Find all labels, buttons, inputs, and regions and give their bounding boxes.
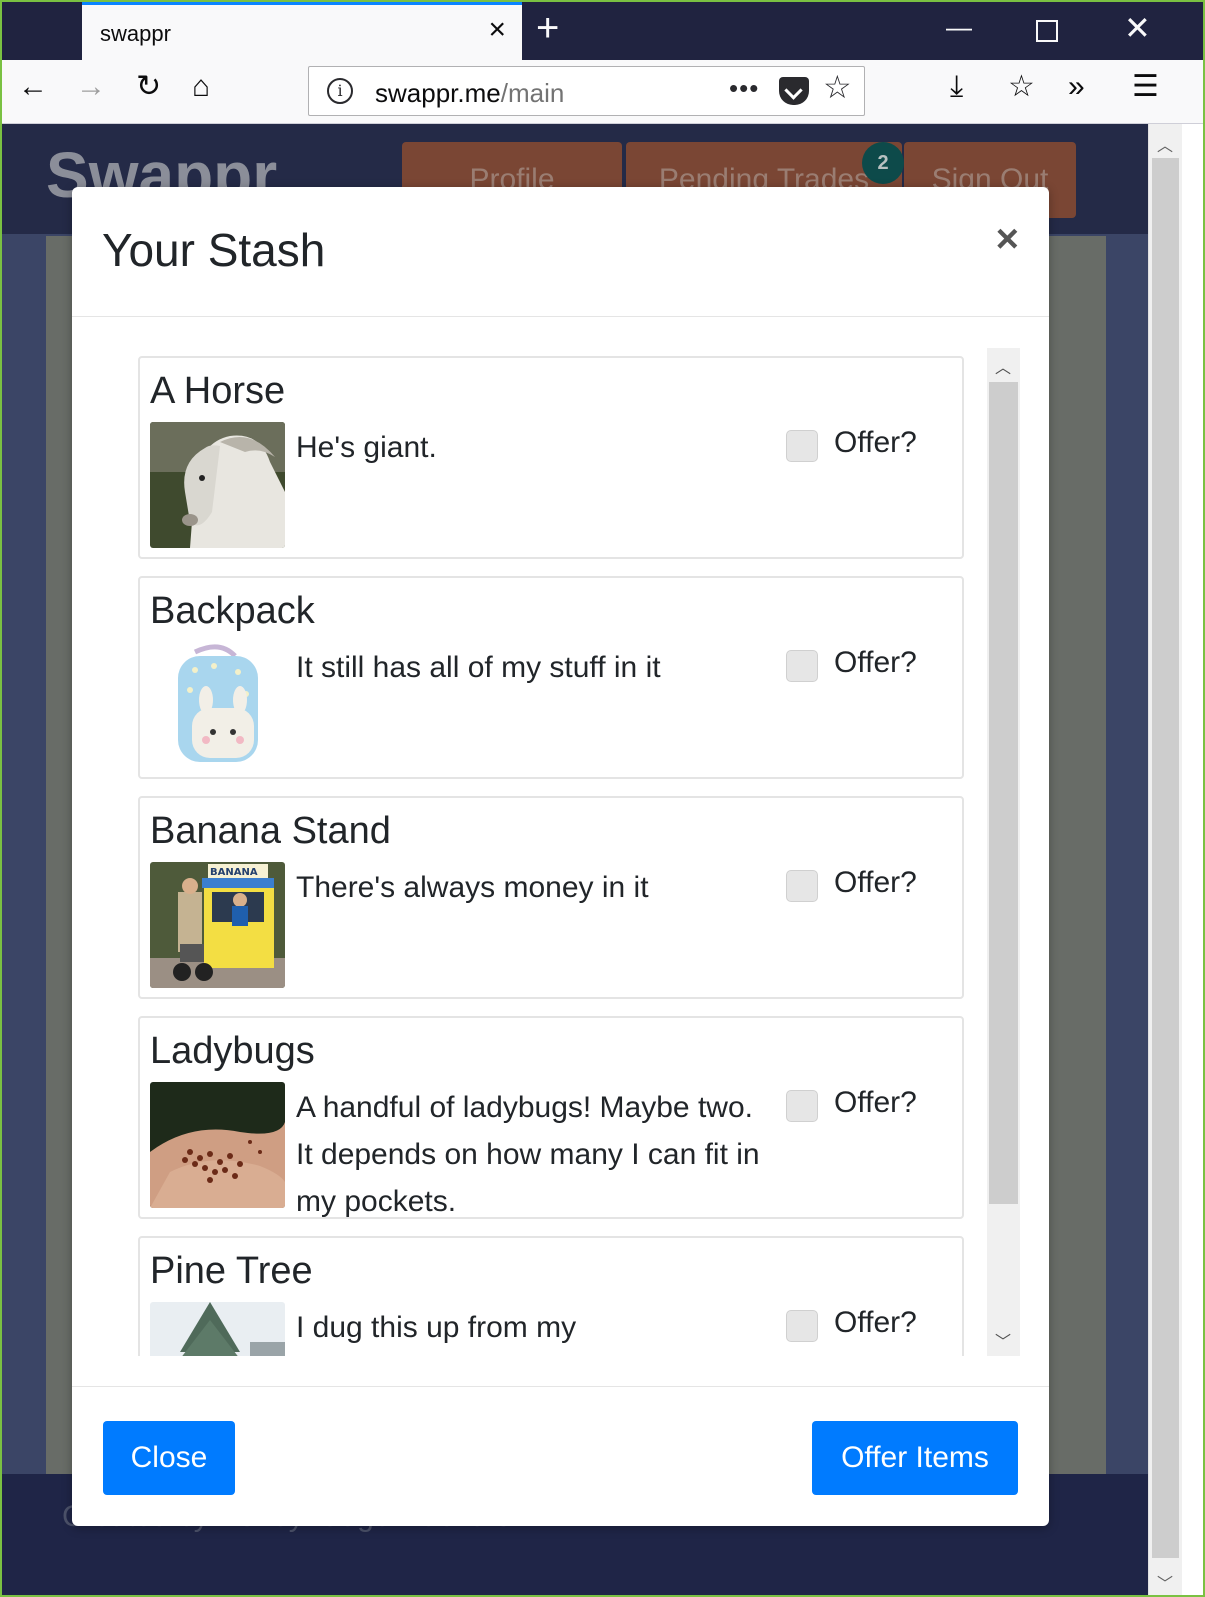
banana-stand-image: BANANA — [150, 862, 285, 988]
modal-close-icon[interactable]: × — [996, 219, 1019, 259]
offer-checkbox[interactable] — [786, 430, 818, 462]
list-scroll-down-icon[interactable]: ﹀ — [995, 1328, 1011, 1352]
offer-items-button[interactable]: Offer Items — [812, 1421, 1018, 1495]
horse-image — [150, 422, 285, 548]
new-tab-icon[interactable]: + — [536, 8, 559, 48]
close-window-icon[interactable]: ✕ — [1124, 12, 1151, 44]
offer-label[interactable]: Offer? — [834, 1086, 917, 1120]
stash-item: Pine Tree I dug this up from my Offer? — [138, 1236, 964, 1356]
close-tab-icon[interactable]: × — [488, 15, 506, 45]
page-scrollbar[interactable]: ︿ ﹀ — [1148, 124, 1182, 1595]
item-title: Pine Tree — [150, 1250, 313, 1292]
item-title: Banana Stand — [150, 810, 391, 852]
offer-checkbox[interactable] — [786, 1090, 818, 1122]
forward-arrow-icon[interactable]: → — [76, 72, 106, 102]
tab-swappr[interactable]: swappr × — [82, 2, 522, 60]
offer-checkbox[interactable] — [786, 1310, 818, 1342]
item-description: A handful of ladybugs! Maybe two. It dep… — [296, 1091, 760, 1218]
download-icon[interactable]: ⤓ — [950, 72, 963, 102]
backpack-image — [150, 642, 285, 768]
stash-list[interactable]: A Horse He's giant. Offer? Backpack It s… — [138, 348, 966, 1356]
menu-hamburger-icon[interactable]: ☰ — [1132, 72, 1159, 102]
offer-label[interactable]: Offer? — [834, 866, 917, 900]
pending-count-badge: 2 — [862, 142, 904, 184]
pine-tree-image — [150, 1302, 285, 1356]
page-actions-icon[interactable]: ••• — [729, 73, 759, 104]
bookmark-star-icon[interactable]: ☆ — [823, 71, 852, 103]
item-title: Ladybugs — [150, 1030, 315, 1072]
pocket-icon[interactable] — [779, 77, 809, 105]
modal-body: A Horse He's giant. Offer? Backpack It s… — [72, 318, 1049, 1386]
minimize-icon[interactable]: — — [946, 14, 972, 40]
item-description: It still has all of my stuff in it — [296, 651, 661, 684]
browser-window: swappr × + — ✕ ← → ↻ ⌂ i swappr.me/main … — [0, 0, 1205, 1597]
page-scrollbar-thumb[interactable] — [1152, 158, 1179, 1558]
modal-title: Your Stash — [102, 224, 326, 276]
svg-text:BANANA: BANANA — [210, 867, 258, 878]
maximize-icon[interactable] — [1036, 20, 1058, 42]
tab-title: swappr — [100, 21, 171, 46]
scroll-up-icon[interactable]: ︿ — [1157, 132, 1173, 156]
item-title: Backpack — [150, 590, 315, 632]
stash-list-scrollbar[interactable]: ︿ ﹀ — [987, 348, 1020, 1356]
offer-checkbox[interactable] — [786, 650, 818, 682]
close-button[interactable]: Close — [103, 1421, 235, 1495]
offer-checkbox[interactable] — [786, 870, 818, 902]
overflow-chevrons-icon[interactable]: » — [1068, 72, 1085, 102]
stash-item: Backpack It still has all of my stuff in… — [138, 576, 964, 779]
url-bar[interactable]: i swappr.me/main ••• ☆ — [308, 66, 865, 116]
list-scroll-up-icon[interactable]: ︿ — [995, 354, 1011, 378]
offer-label[interactable]: Offer? — [834, 1306, 917, 1340]
item-description: He's giant. — [296, 431, 437, 464]
stash-item: A Horse He's giant. Offer? — [138, 356, 964, 559]
tab-strip: swappr × + — ✕ — [2, 2, 1203, 60]
site-info-icon[interactable]: i — [327, 78, 353, 104]
modal-footer: Close Offer Items — [72, 1386, 1049, 1526]
url-text[interactable]: swappr.me/main — [375, 78, 564, 109]
stash-list-scrollbar-thumb[interactable] — [989, 382, 1018, 1204]
modal-header: Your Stash × — [72, 187, 1049, 317]
offer-label[interactable]: Offer? — [834, 426, 917, 460]
reload-icon[interactable]: ↻ — [136, 72, 161, 102]
stash-item: Ladybugs A handful of ladybugs! Maybe tw… — [138, 1016, 964, 1219]
ladybugs-image — [150, 1082, 285, 1208]
stash-modal: Your Stash × A Horse He's giant. Offer? … — [72, 187, 1049, 1526]
library-icon[interactable]: ☆ — [1008, 72, 1035, 102]
navigation-bar: ← → ↻ ⌂ i swappr.me/main ••• ☆ ⤓ ☆ » ☰ — [2, 60, 1203, 124]
scroll-down-icon[interactable]: ﹀ — [1157, 1570, 1173, 1594]
offer-label[interactable]: Offer? — [834, 646, 917, 680]
stash-item: Banana Stand BANANA There's always money… — [138, 796, 964, 999]
item-title: A Horse — [150, 370, 286, 412]
back-arrow-icon[interactable]: ← — [18, 72, 48, 102]
item-description: I dug this up from my — [296, 1311, 577, 1344]
item-description: There's always money in it — [296, 871, 649, 904]
home-icon[interactable]: ⌂ — [192, 72, 210, 102]
